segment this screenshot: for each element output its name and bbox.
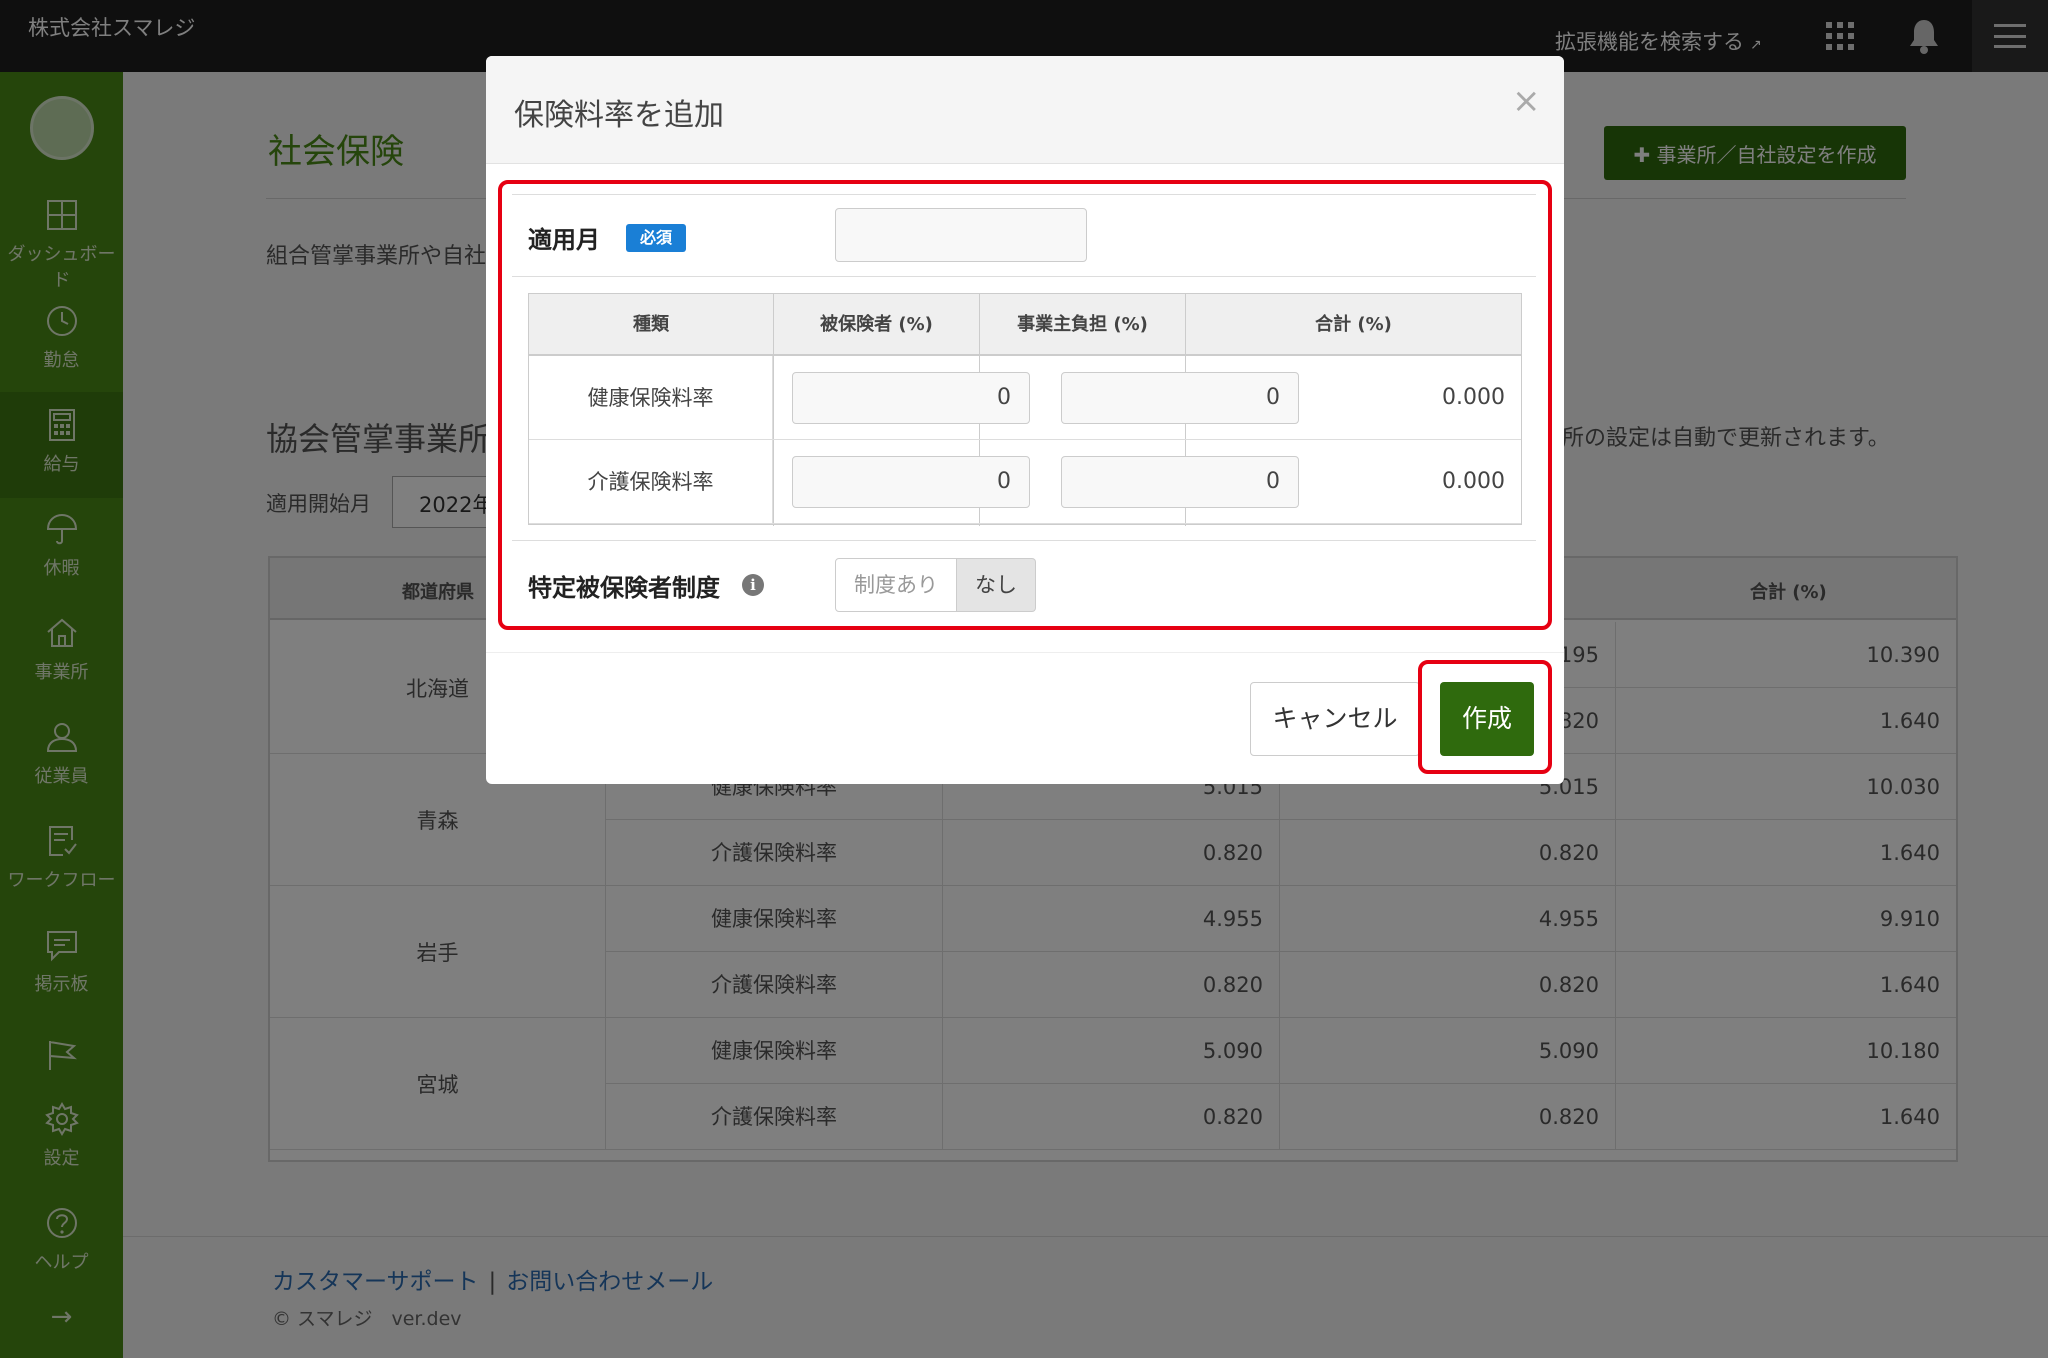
option-enabled[interactable]: 制度あり (835, 558, 957, 612)
create-button[interactable]: 作成 (1440, 682, 1534, 756)
table-row: 健康保険料率 0 0 0.000 (529, 356, 1521, 440)
header-insured: 被保険者 (%) (820, 314, 933, 335)
table-row: 介護保険料率 0 0 0.000 (529, 440, 1521, 524)
modal-title: 保険料率を追加 (514, 98, 724, 133)
health-employer-input[interactable]: 0 (1061, 372, 1299, 424)
add-rate-modal: 保険料率を追加 × 適用月 必須 種類 被保険者 (%) 事業主負担 (%) 合… (486, 56, 1564, 784)
special-insured-toggle: 制度あり なし (835, 558, 1036, 612)
rate-input-table: 種類 被保険者 (%) 事業主負担 (%) 合計 (%) 健康保険料率 0 0 … (528, 293, 1522, 526)
info-icon[interactable]: i (742, 574, 764, 596)
modal-footer-divider (486, 652, 1564, 653)
special-insured-label: 特定被保険者制度 (528, 574, 720, 602)
care-total-value: 0.000 (1442, 469, 1505, 494)
cancel-button[interactable]: キャンセル (1250, 682, 1420, 756)
care-employer-input[interactable]: 0 (1061, 456, 1299, 508)
header-employer: 事業主負担 (%) (1017, 314, 1148, 335)
required-badge: 必須 (626, 224, 686, 252)
health-total-value: 0.000 (1442, 385, 1505, 410)
care-insured-input[interactable]: 0 (792, 456, 1030, 508)
close-icon[interactable]: × (1512, 84, 1541, 118)
form-divider (512, 276, 1536, 277)
modal-header: 保険料率を追加 × (486, 56, 1564, 164)
form-divider (512, 540, 1536, 541)
header-total: 合計 (%) (1315, 314, 1392, 335)
row-label-health: 健康保険料率 (529, 356, 773, 440)
row-label-care: 介護保険料率 (529, 440, 773, 524)
option-disabled[interactable]: なし (957, 558, 1036, 612)
rate-table-header: 種類 被保険者 (%) 事業主負担 (%) 合計 (%) (529, 294, 1521, 356)
header-type: 種類 (633, 314, 669, 335)
form-divider (512, 194, 1536, 195)
health-insured-input[interactable]: 0 (792, 372, 1030, 424)
apply-month-label: 適用月 (528, 226, 600, 254)
apply-month-input[interactable] (835, 208, 1087, 262)
